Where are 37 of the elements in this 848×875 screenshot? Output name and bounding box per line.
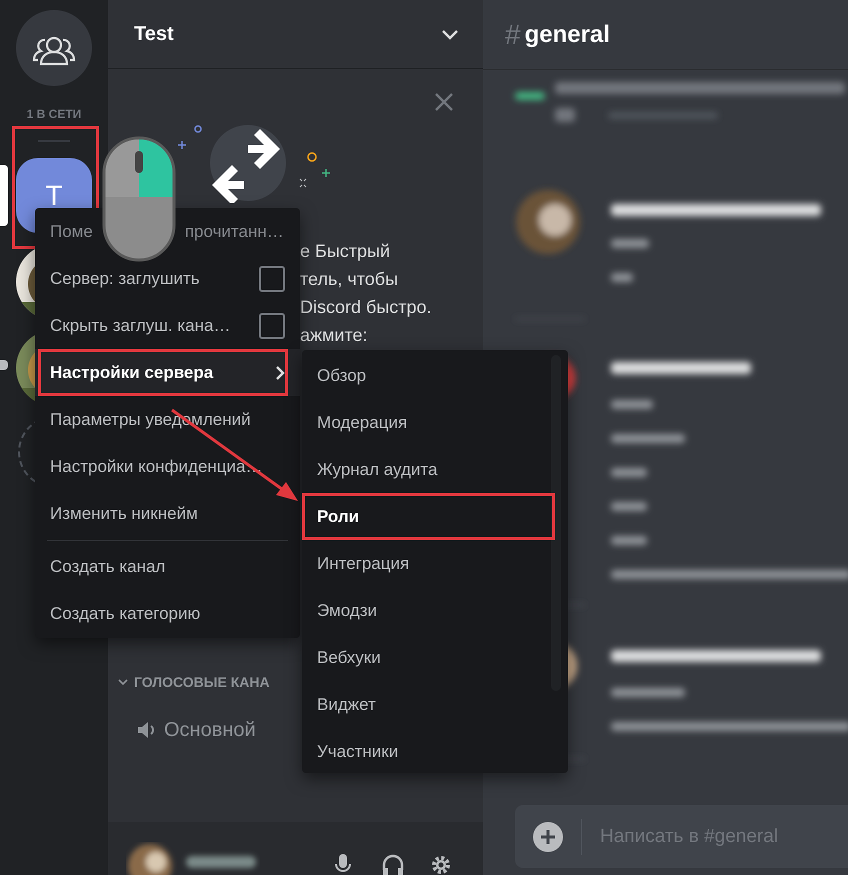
tip-text: тель, чтобы [300,268,400,291]
menu-item[interactable]: Журнал аудита [302,446,568,493]
server-name: Test [134,22,174,46]
chevron-down-icon[interactable] [441,28,459,40]
menu-item[interactable]: Создать канал [35,543,300,590]
menu-item[interactable]: Изменить никнейм [35,490,300,537]
settings-icon[interactable] [430,854,452,875]
menu-item[interactable]: Создать категорию [35,590,300,637]
scrollbar[interactable] [551,355,561,691]
menu-item[interactable]: Сервер: заглушить [35,255,300,302]
add-icon[interactable] [533,822,563,852]
chevron-right-icon [275,364,285,380]
tip-text: Discord быстро. [300,296,432,319]
category-label[interactable]: ГОЛОСОВЫЕ КАНА [134,674,270,690]
chevron-down-icon[interactable] [118,678,128,686]
menu-item[interactable]: Вебхуки [302,634,568,681]
tip-text: е Быстрый [300,240,392,263]
close-icon[interactable] [434,92,454,112]
menu-item[interactable]: Модерация [302,399,568,446]
menu-item[interactable]: Обзор [302,352,568,399]
menu-item[interactable]: Участники [302,728,568,775]
headphones-icon[interactable] [382,854,404,875]
online-count: 1 В СЕТИ [26,106,82,123]
channel-name: general [524,20,610,48]
menu-item[interactable]: Виджет [302,681,568,728]
menu-item[interactable]: Роли [302,493,568,540]
checkbox[interactable] [259,266,285,292]
menu-item[interactable]: Настройки сервера [35,349,300,396]
checkbox[interactable] [259,312,285,338]
voice-channel[interactable]: Основной [136,715,256,745]
tip-text: ажмите: [300,324,369,347]
menu-item[interactable]: Скрыть заглуш. кана… [35,302,300,349]
menu-item[interactable]: Интеграция [302,540,568,587]
mic-icon[interactable] [334,854,352,875]
speaker-icon [136,720,156,740]
hash-icon: # [505,18,521,50]
menu-item[interactable]: Эмодзи [302,587,568,634]
